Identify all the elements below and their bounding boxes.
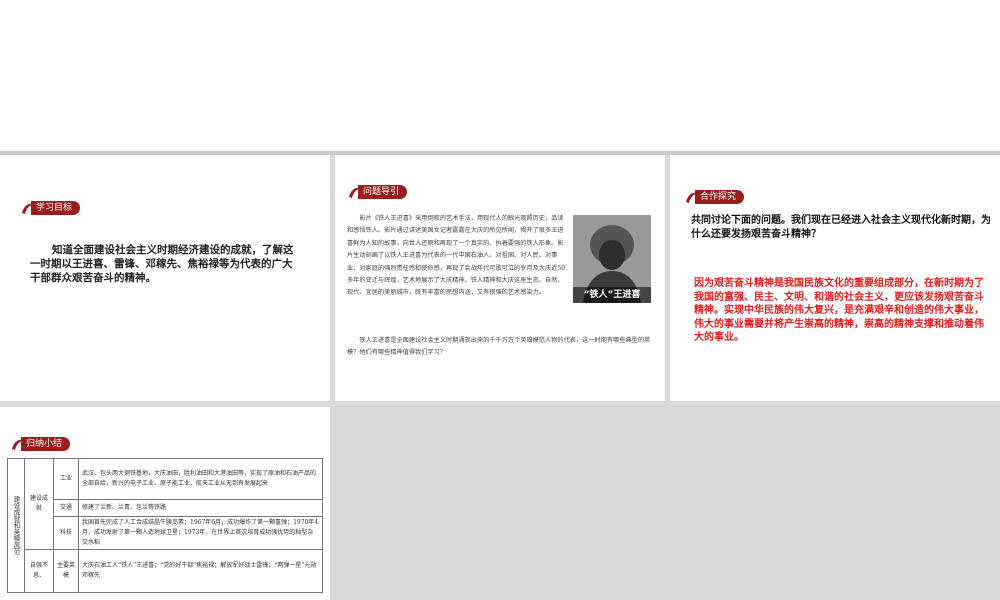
section-badge: 合作探究	[684, 190, 745, 204]
row-category: 工业	[53, 458, 79, 500]
group-label: 建设成就	[24, 458, 54, 550]
summary-table: 建设成就和英模风范 建设成就 工业 武汉、包头两大钢铁基地，大庆油田，胜利油田和…	[7, 458, 323, 593]
row-content: 我国首先完成了人工合成结晶牛胰岛素；1967年6月，成功爆炸了第一颗氢弹；197…	[78, 516, 323, 550]
table-row: 建设成就和英模风范 建设成就 工业 武汉、包头两大钢铁基地，大庆油田，胜利油田和…	[7, 458, 323, 593]
row-category: 交通	[53, 499, 79, 517]
story-paragraph: 影片《铁人王进喜》采用倒叙的艺术手法，用现代人的眼光观照历史，品读和感悟铁人。影…	[347, 215, 566, 297]
blank-top-area	[0, 0, 1000, 151]
badge-label: 学习目标	[31, 201, 81, 215]
slide-learning-goals[interactable]: 学习目标 知道全面建设社会主义时期经济建设的成就，了解这一时期以王进喜、雷锋、邓…	[0, 155, 330, 401]
table-row: 科技 我国首先完成了人工合成结晶牛胰岛素；1967年6月，成功爆炸了第一颗氢弹；…	[8, 516, 323, 550]
row-content: 武汉、包头两大钢铁基地，大庆油田，胜利油田和大港油田等，实现了原油和石油产品的全…	[78, 458, 323, 500]
learning-goal-text: 知道全面建设社会主义时期经济建设的成就，了解这一时期以王进喜、雷锋、邓稼先、焦裕…	[30, 244, 294, 284]
badge-label: 问题导引	[358, 185, 408, 199]
portrait-photo: “铁人”王进喜	[573, 215, 651, 303]
badge-label: 归纳小结	[21, 437, 71, 451]
section-badge: 问题导引	[347, 185, 408, 199]
section-badge: 归纳小结	[10, 437, 71, 451]
section-badge: 学习目标	[20, 201, 81, 215]
row-category: 主要英模	[53, 549, 79, 593]
slide-summary[interactable]: 归纳小结 建设成就和英模风范 建设成就 工业 武汉、包头两大钢铁基地，大庆油田，…	[0, 407, 330, 600]
slide-question-guide[interactable]: 问题导引 “铁人”王进喜 影片《铁人王进喜》采用倒叙的艺术手法，用现代人的眼光观…	[335, 155, 665, 401]
question-paragraph: 铁人王进喜是全面建设社会主义时期涌现出来的千千万万个英雄模范人物的代表，这一时期…	[347, 337, 651, 357]
slide-cooperative-inquiry[interactable]: 合作探究 共同讨论下面的问题。我们现在已经进入社会主义现代化新时期，为什么还要发…	[670, 155, 1000, 401]
photo-caption: “铁人”王进喜	[573, 287, 651, 303]
discussion-question: 共同讨论下面的问题。我们现在已经进入社会主义现代化新时期，为什么还要发扬艰苦奋斗…	[691, 215, 991, 240]
table-row: 交通 修建了兰新、兰青、包兰等铁路	[8, 499, 323, 517]
row-category: 科技	[53, 516, 79, 550]
group-label: 自强不息、	[24, 549, 54, 593]
badge-label: 合作探究	[695, 190, 745, 204]
table-row: 自强不息、 主要英模 大庆石油工人“铁人”王进喜；“党的好干部”焦裕禄；解放军好…	[8, 549, 323, 593]
row-content: 大庆石油工人“铁人”王进喜；“党的好干部”焦裕禄；解放军好战士雷锋；“两弹一星”…	[78, 549, 323, 593]
outer-label: 建设成就和英模风范	[7, 458, 25, 593]
answer-text: 因为艰苦奋斗精神是我国民族文化的重要组成部分，在新时期为了我国的富强、民主、文明…	[694, 278, 984, 343]
row-content: 修建了兰新、兰青、包兰等铁路	[78, 499, 323, 517]
empty-area	[335, 407, 1000, 600]
